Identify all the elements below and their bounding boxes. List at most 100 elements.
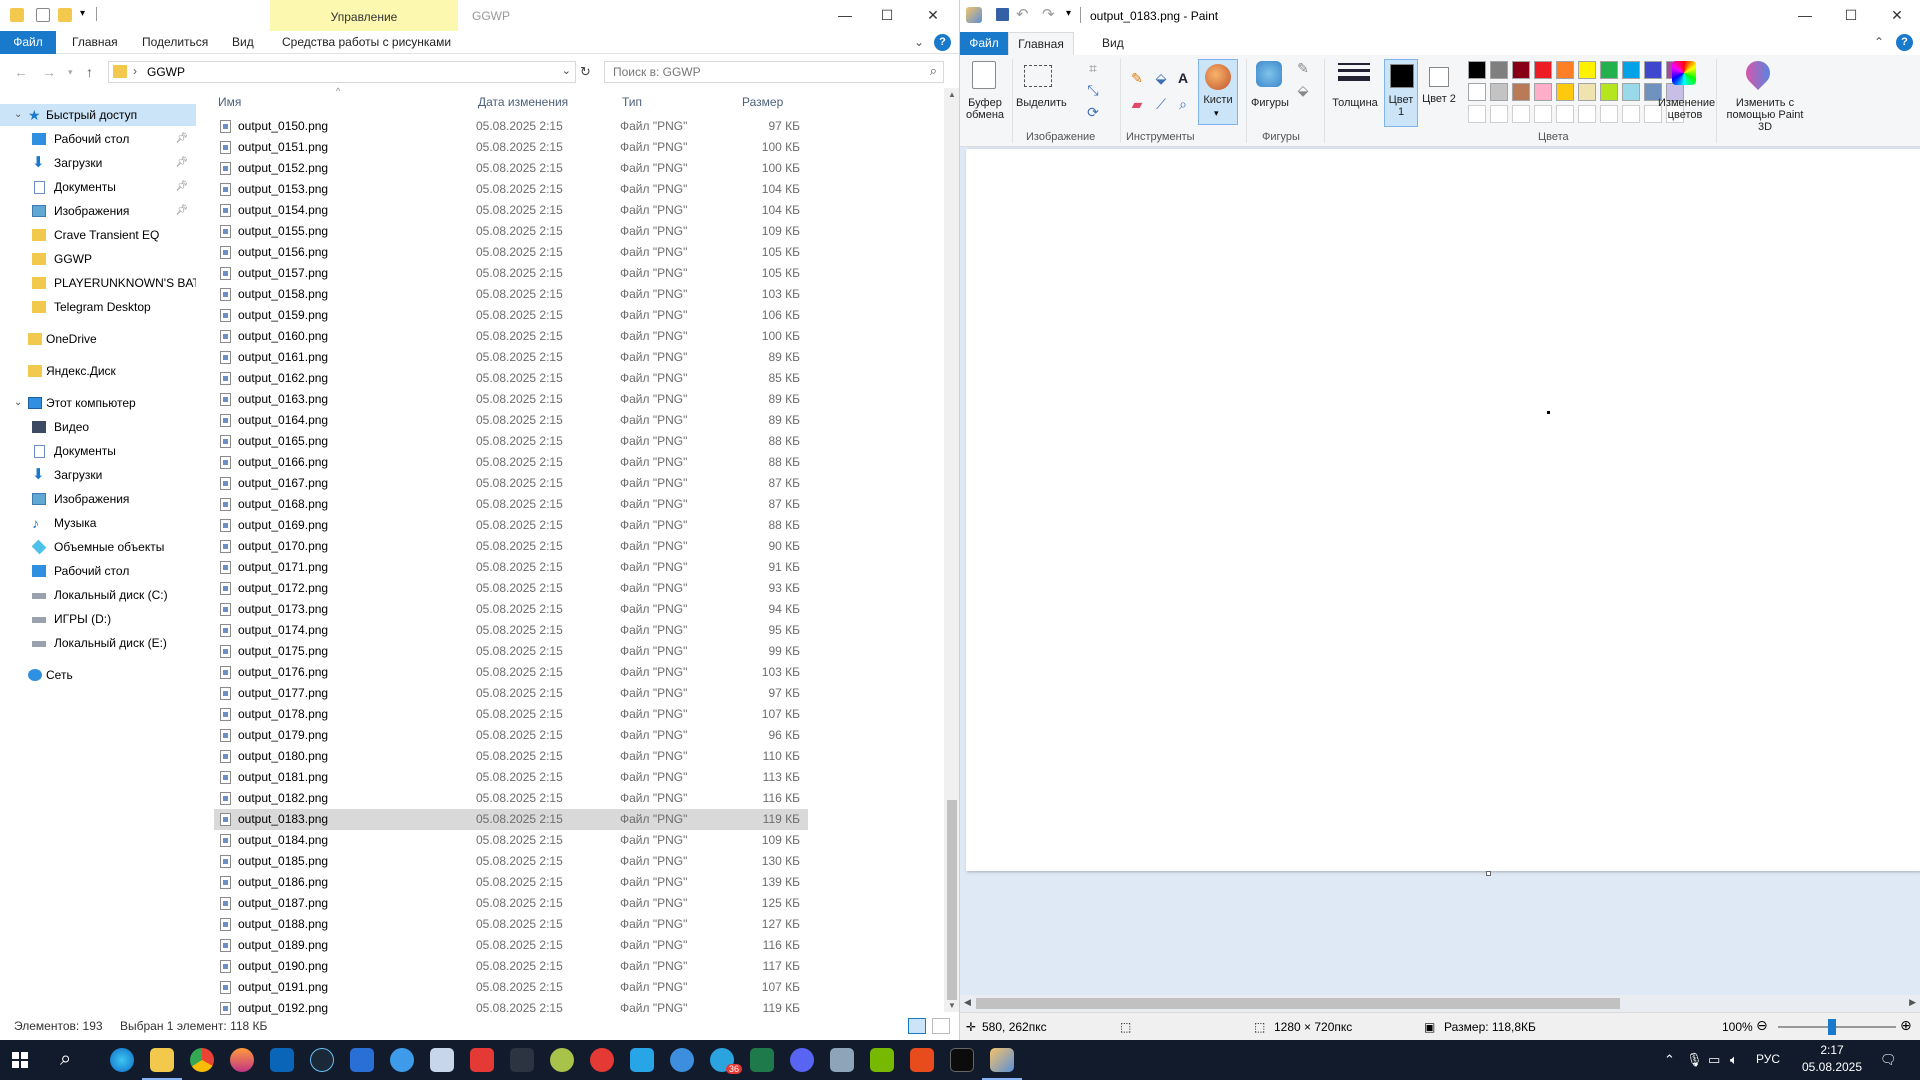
- nav-yandex-disk[interactable]: Яндекс.Диск: [0, 360, 196, 382]
- table-row[interactable]: output_0157.png 05.08.2025 2:15 Файл "PNG"…: [214, 263, 808, 284]
- forward-icon[interactable]: →: [42, 64, 56, 80]
- zoom-in-icon[interactable]: ⊕: [1900, 1017, 1912, 1034]
- fill-shape-icon[interactable]: ⬙: [1294, 81, 1312, 99]
- file-explorer-icon[interactable]: [150, 1048, 174, 1072]
- tab-picture-tools[interactable]: Средства работы с рисунками: [282, 31, 451, 54]
- up-icon[interactable]: ↑: [86, 64, 93, 80]
- nav-item-desktop-pc[interactable]: Рабочий стол: [0, 560, 196, 582]
- nav-network[interactable]: Сеть: [0, 664, 196, 686]
- table-row[interactable]: output_0161.png 05.08.2025 2:15 Файл "PNG"…: [214, 347, 808, 368]
- table-row[interactable]: output_0158.png 05.08.2025 2:15 Файл "PNG"…: [214, 284, 808, 305]
- table-row[interactable]: output_0166.png 05.08.2025 2:15 Файл "PNG"…: [214, 452, 808, 473]
- nav-item-pictures[interactable]: Изображения 📌︎: [0, 200, 196, 222]
- color-swatch[interactable]: [1490, 61, 1508, 79]
- color-swatch[interactable]: [1490, 83, 1508, 101]
- table-row[interactable]: output_0184.png 05.08.2025 2:15 Файл "PNG"…: [214, 830, 808, 851]
- zoom-out-icon[interactable]: ⊖: [1756, 1017, 1768, 1034]
- table-row[interactable]: output_0178.png 05.08.2025 2:15 Файл "PNG"…: [214, 704, 808, 725]
- table-row[interactable]: output_0169.png 05.08.2025 2:15 Файл "PNG"…: [214, 515, 808, 536]
- color-swatch[interactable]: [1578, 61, 1596, 79]
- recent-chevron-icon[interactable]: ▾: [68, 67, 73, 78]
- color-swatch[interactable]: [1600, 83, 1618, 101]
- nav-quick-access[interactable]: ⌄ ★ Быстрый доступ: [0, 104, 196, 126]
- outline-icon[interactable]: ✎: [1294, 59, 1312, 77]
- drawing-canvas[interactable]: [966, 149, 1920, 871]
- color-swatch[interactable]: [1556, 83, 1574, 101]
- table-row[interactable]: output_0188.png 05.08.2025 2:15 Файл "PNG"…: [214, 914, 808, 935]
- color-swatch[interactable]: [1578, 83, 1596, 101]
- nav-item-video[interactable]: Видео: [0, 416, 196, 438]
- select-icon[interactable]: [1024, 65, 1052, 87]
- color-swatch[interactable]: [1644, 61, 1662, 79]
- color-swatch[interactable]: [1600, 61, 1618, 79]
- nav-item-telegram-desktop[interactable]: Telegram Desktop: [0, 296, 196, 318]
- table-row[interactable]: output_0173.png 05.08.2025 2:15 Файл "PNG"…: [214, 599, 808, 620]
- table-row[interactable]: output_0176.png 05.08.2025 2:15 Файл "PNG"…: [214, 662, 808, 683]
- edge-icon[interactable]: [110, 1048, 134, 1072]
- ribbon-collapse-icon[interactable]: ⌃: [1874, 31, 1884, 54]
- undo-icon[interactable]: ↶: [1016, 5, 1029, 23]
- table-row[interactable]: output_0150.png 05.08.2025 2:15 Файл "PNG"…: [214, 116, 808, 137]
- maximize-button[interactable]: ☐: [1828, 0, 1874, 31]
- details-view-icon[interactable]: [908, 1018, 926, 1034]
- large-icons-view-icon[interactable]: [932, 1018, 950, 1034]
- table-row[interactable]: output_0152.png 05.08.2025 2:15 Файл "PNG"…: [214, 158, 808, 179]
- tab-view[interactable]: Вид: [1102, 32, 1124, 55]
- table-row[interactable]: output_0155.png 05.08.2025 2:15 Файл "PNG"…: [214, 221, 808, 242]
- custom-color-slot[interactable]: [1512, 105, 1530, 123]
- help-icon[interactable]: ?: [934, 34, 951, 51]
- table-row[interactable]: output_0174.png 05.08.2025 2:15 Файл "PNG"…: [214, 620, 808, 641]
- new-folder-icon[interactable]: [58, 8, 72, 22]
- color-swatch[interactable]: [1512, 61, 1530, 79]
- table-row[interactable]: output_0154.png 05.08.2025 2:15 Файл "PNG"…: [214, 200, 808, 221]
- custom-color-slot[interactable]: [1534, 105, 1552, 123]
- clipboard-button[interactable]: Буфер обмена: [962, 97, 1008, 121]
- table-row[interactable]: output_0175.png 05.08.2025 2:15 Файл "PNG"…: [214, 641, 808, 662]
- close-button[interactable]: ✕: [910, 0, 956, 31]
- nav-item-desktop[interactable]: Рабочий стол 📌︎: [0, 128, 196, 150]
- nav-item-pictures-pc[interactable]: Изображения: [0, 488, 196, 510]
- shapes-icon[interactable]: [1256, 61, 1282, 87]
- table-row[interactable]: output_0168.png 05.08.2025 2:15 Файл "PNG"…: [214, 494, 808, 515]
- chrome-icon[interactable]: [190, 1048, 214, 1072]
- edit-colors-button[interactable]: Изменение цветов: [1658, 97, 1715, 121]
- tab-home[interactable]: Главная: [1008, 32, 1074, 55]
- outlook-icon[interactable]: [270, 1048, 294, 1072]
- table-row[interactable]: output_0181.png 05.08.2025 2:15 Файл "PNG"…: [214, 767, 808, 788]
- app-icon[interactable]: [510, 1048, 534, 1072]
- table-row[interactable]: output_0185.png 05.08.2025 2:15 Файл "PNG"…: [214, 851, 808, 872]
- table-row[interactable]: output_0156.png 05.08.2025 2:15 Файл "PNG"…: [214, 242, 808, 263]
- table-row[interactable]: output_0172.png 05.08.2025 2:15 Файл "PNG"…: [214, 578, 808, 599]
- color1-button[interactable]: Цвет 1: [1384, 59, 1418, 127]
- color-swatch[interactable]: [1622, 83, 1640, 101]
- tab-share[interactable]: Поделиться: [142, 31, 208, 54]
- column-header-name[interactable]: Имя: [218, 95, 241, 109]
- properties-icon[interactable]: [36, 8, 50, 22]
- custom-color-slot[interactable]: [1468, 105, 1486, 123]
- select-button[interactable]: Выделить: [1016, 97, 1067, 109]
- app-icon[interactable]: [550, 1048, 574, 1072]
- nav-item-drive-e[interactable]: Локальный диск (E:): [0, 632, 196, 654]
- microphone-icon[interactable]: 🎙︎: [1686, 1052, 1703, 1068]
- table-row[interactable]: output_0191.png 05.08.2025 2:15 Файл "PNG"…: [214, 977, 808, 998]
- table-row[interactable]: output_0167.png 05.08.2025 2:15 Файл "PNG"…: [214, 473, 808, 494]
- nav-this-pc[interactable]: ⌄ Этот компьютер: [0, 392, 196, 414]
- table-row[interactable]: output_0159.png 05.08.2025 2:15 Файл "PNG"…: [214, 305, 808, 326]
- nav-item-downloads-pc[interactable]: ⬇ Загрузки: [0, 464, 196, 486]
- paint3d-icon[interactable]: [1741, 56, 1775, 90]
- zoom-slider[interactable]: [1778, 1026, 1896, 1028]
- rotate-icon[interactable]: ⟳: [1084, 103, 1102, 121]
- eraser-icon[interactable]: ▰: [1128, 95, 1146, 113]
- crop-icon[interactable]: ⌗: [1084, 59, 1102, 77]
- app-icon[interactable]: [430, 1048, 454, 1072]
- table-row[interactable]: output_0182.png 05.08.2025 2:15 Файл "PNG"…: [214, 788, 808, 809]
- table-row[interactable]: output_0151.png 05.08.2025 2:15 Файл "PNG"…: [214, 137, 808, 158]
- search-icon[interactable]: ⌕: [930, 63, 937, 79]
- file-list-scrollbar[interactable]: ▲ ▼: [944, 88, 959, 1012]
- store-icon[interactable]: [350, 1048, 374, 1072]
- nav-item-drive-d[interactable]: ИГРЫ (D:): [0, 608, 196, 630]
- magnifier-icon[interactable]: ⌕: [1174, 95, 1192, 113]
- custom-color-slot[interactable]: [1578, 105, 1596, 123]
- paint3d-button[interactable]: Изменить с помощью Paint 3D: [1722, 97, 1808, 133]
- table-row[interactable]: output_0190.png 05.08.2025 2:15 Файл "PNG"…: [214, 956, 808, 977]
